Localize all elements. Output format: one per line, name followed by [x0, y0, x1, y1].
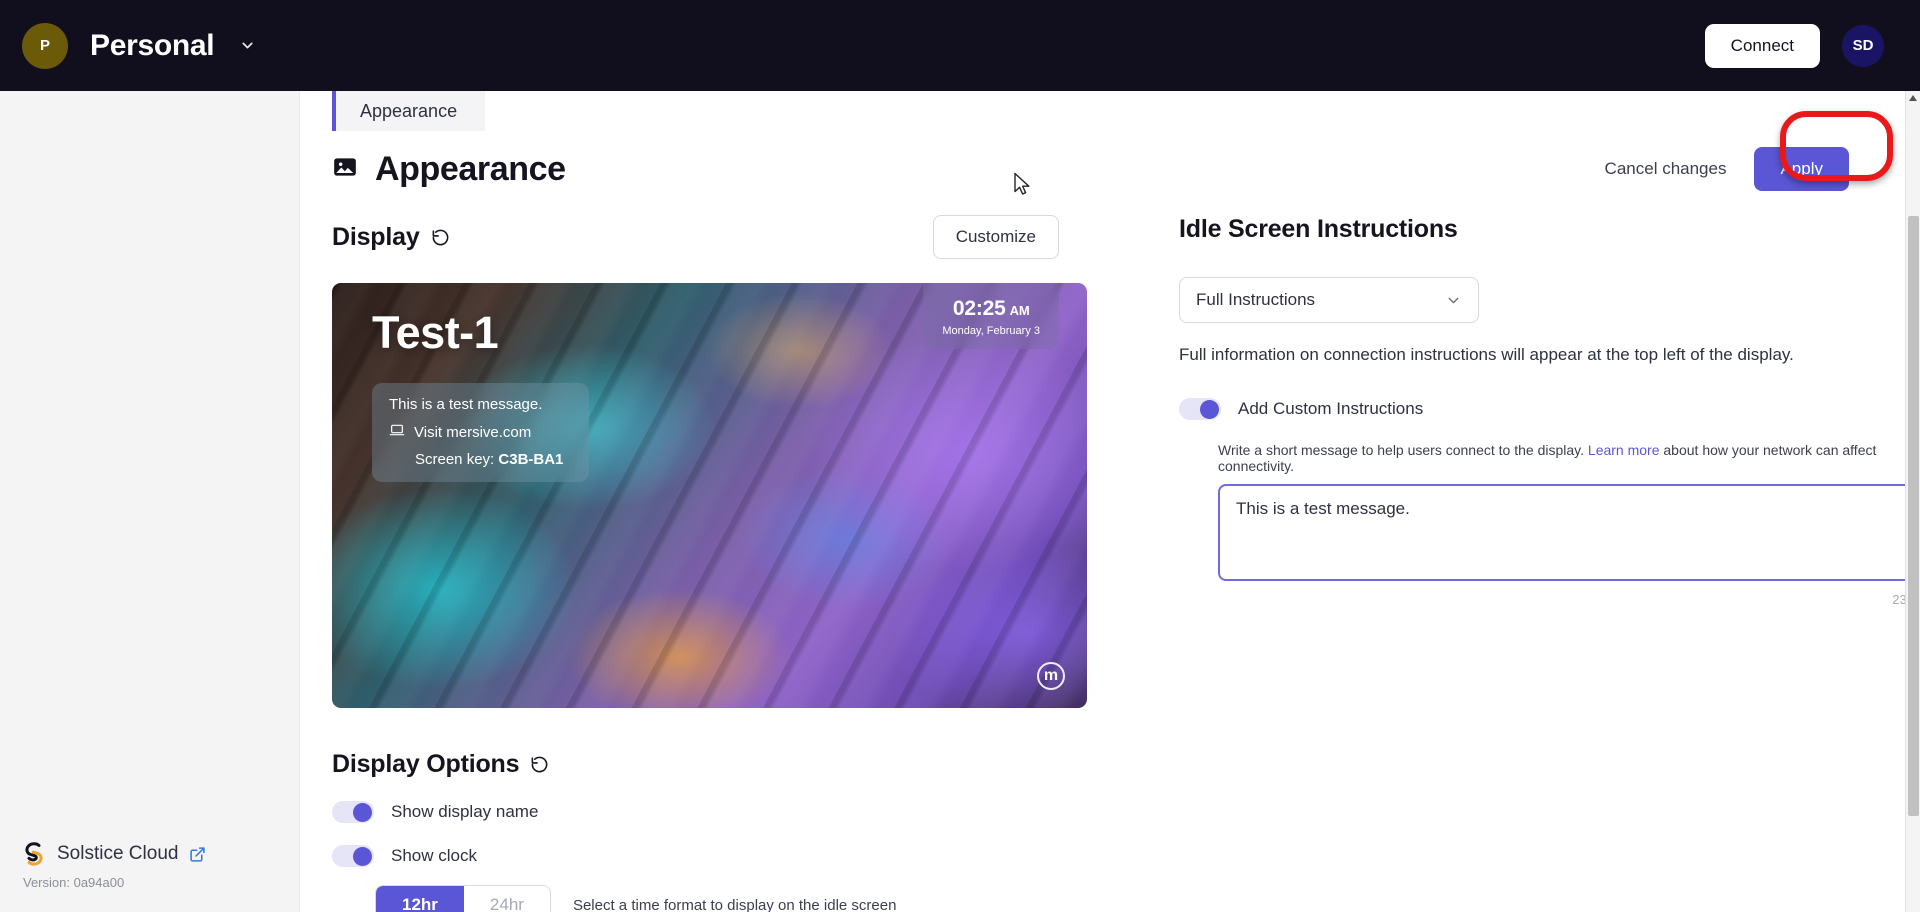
toggle-knob	[353, 847, 372, 866]
custom-instructions-textarea[interactable]	[1218, 484, 1905, 581]
user-avatar[interactable]: SD	[1842, 24, 1884, 67]
display-options-header: Display Options	[332, 750, 1087, 779]
preview-screen-key-label: Screen key:	[415, 451, 495, 468]
preview-ampm: AM	[1009, 303, 1030, 318]
customize-button[interactable]: Customize	[932, 215, 1059, 259]
tab-appearance[interactable]: Appearance	[332, 91, 486, 131]
reset-icon[interactable]	[530, 755, 549, 774]
org-avatar: P	[22, 22, 68, 69]
scrollbar-thumb[interactable]	[1908, 216, 1919, 816]
learn-more-link[interactable]: Learn more	[1588, 442, 1660, 458]
preview-message-box: This is a test message. Visit mersive.co…	[372, 383, 590, 482]
preview-visit-label: Visit mersive.com	[414, 423, 532, 441]
cancel-changes-button[interactable]: Cancel changes	[1605, 159, 1727, 179]
sidebar-footer: Solstice Cloud Version: 0a94a00	[0, 841, 300, 912]
image-icon	[332, 150, 358, 189]
org-name: Personal	[90, 28, 215, 62]
add-custom-instructions-label: Add Custom Instructions	[1238, 399, 1424, 418]
preview-clock: 02:25 AM Monday, February 3	[923, 283, 1059, 349]
preview-screen-key-value: C3B-BA1	[498, 451, 564, 468]
display-column: Display Customize Test-1 This is a test …	[300, 215, 1087, 912]
toggle-knob	[353, 803, 372, 822]
preview-date: Monday, February 3	[942, 325, 1040, 337]
toggle-knob	[1200, 400, 1219, 419]
time-format-row: 12hr 24hr Select a time format to displa…	[332, 867, 1087, 912]
custom-instructions-helper: Write a short message to help users conn…	[1218, 442, 1905, 474]
page-title-text: Appearance	[375, 149, 566, 188]
instructions-description: Full information on connection instructi…	[1179, 345, 1794, 364]
add-custom-instructions-row: Add Custom Instructions	[1179, 398, 1905, 420]
top-bar: P Personal Connect SD	[0, 0, 1920, 91]
show-clock-toggle[interactable]	[332, 845, 374, 867]
display-section-header: Display Customize	[332, 215, 1087, 259]
page-actions: Cancel changes Apply	[1605, 147, 1849, 191]
display-options-section: Display Options Show display name Show c…	[332, 750, 1087, 912]
instructions-select[interactable]: Full Instructions	[1179, 277, 1479, 323]
preview-display-name: Test-1	[372, 307, 499, 358]
solstice-cloud-label: Solstice Cloud	[57, 843, 179, 864]
show-display-name-label: Show display name	[391, 802, 539, 821]
sidebar: Solstice Cloud Version: 0a94a00	[0, 91, 300, 912]
character-count: 23/100	[1892, 592, 1905, 607]
mersive-brand-icon: m	[1037, 662, 1065, 690]
tab-bar: Appearance	[300, 91, 1905, 139]
vertical-scrollbar[interactable]	[1905, 91, 1920, 912]
preview-time-row: 02:25 AM	[942, 297, 1040, 321]
idle-screen-heading: Idle Screen Instructions	[1179, 215, 1458, 243]
instructions-select-value: Full Instructions	[1196, 290, 1316, 309]
chevron-down-icon	[1445, 292, 1462, 309]
chevron-down-icon[interactable]	[239, 37, 256, 54]
page-title: Appearance	[332, 150, 566, 189]
time-format-12hr[interactable]: 12hr	[376, 886, 464, 912]
connect-button[interactable]: Connect	[1704, 23, 1820, 68]
laptop-icon	[389, 422, 405, 442]
helper-prefix: Write a short message to help users conn…	[1218, 442, 1588, 458]
reset-icon[interactable]	[431, 228, 450, 247]
display-options-heading: Display Options	[332, 750, 520, 778]
version-label: Version: 0a94a00	[23, 875, 125, 890]
idle-screen-column: Idle Screen Instructions Full Instructio…	[1087, 215, 1905, 912]
show-display-name-toggle[interactable]	[332, 801, 374, 823]
time-format-hint: Select a time format to display on the i…	[572, 896, 897, 912]
add-custom-instructions-toggle[interactable]	[1179, 398, 1221, 420]
external-link-icon[interactable]	[189, 846, 206, 863]
top-bar-actions: Connect SD	[1704, 23, 1884, 68]
preview-custom-message: This is a test message.	[389, 396, 543, 413]
preview-visit-row: Visit mersive.com	[389, 422, 563, 442]
solstice-logo-icon	[22, 841, 46, 867]
main-content: Appearance Appearance Cancel changes App…	[300, 91, 1905, 912]
display-heading: Display	[332, 222, 420, 251]
solstice-cloud-link[interactable]: Solstice Cloud	[22, 841, 300, 867]
show-clock-label: Show clock	[391, 846, 477, 865]
preview-screen-key: Screen key: C3B-BA1	[389, 451, 563, 468]
page-header: Appearance Cancel changes Apply	[300, 139, 1905, 191]
time-format-24hr[interactable]: 24hr	[463, 886, 550, 912]
option-show-clock: Show clock	[332, 845, 1087, 867]
time-format-segmented-control: 12hr 24hr	[375, 885, 551, 912]
scroll-up-arrow-icon[interactable]	[1909, 95, 1917, 101]
option-show-display-name: Show display name	[332, 801, 1087, 823]
apply-button[interactable]: Apply	[1754, 147, 1849, 191]
preview-time: 02:25	[952, 297, 1006, 320]
settings-columns: Display Customize Test-1 This is a test …	[300, 191, 1905, 912]
display-preview[interactable]: Test-1 This is a test message. Visit mer…	[332, 283, 1087, 708]
